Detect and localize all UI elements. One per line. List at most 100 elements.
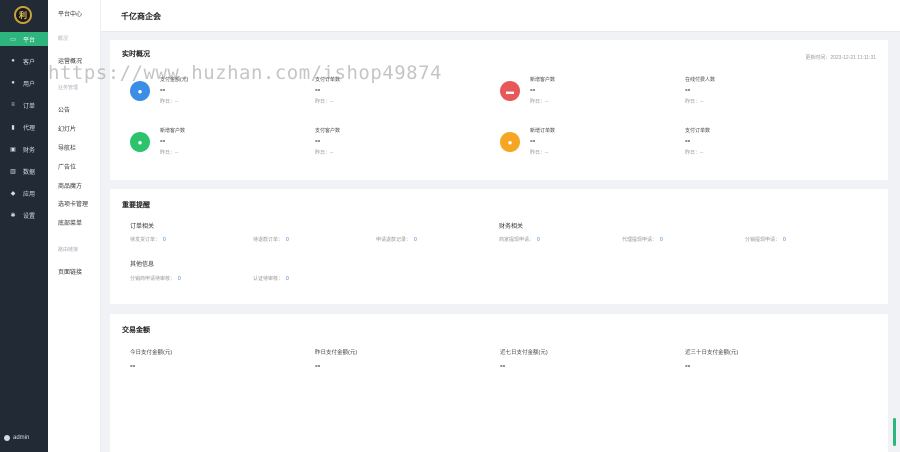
chart-icon: ▥	[10, 168, 16, 175]
users-icon: ●	[11, 80, 15, 86]
nav-item-users[interactable]: ● 用户	[0, 76, 48, 90]
stat-pay-customers: 支付客户数 -- 昨日：--	[315, 127, 475, 167]
stat-label: 在线付费人数	[685, 77, 716, 83]
stat-label: 支付订单数	[685, 128, 711, 134]
nav-item-settings[interactable]: ✱ 设置	[0, 208, 48, 222]
submenu-item-page-links[interactable]: 页面链接	[58, 267, 82, 276]
stat-value: --	[160, 85, 166, 94]
user-icon: ●	[11, 58, 15, 64]
kv-value: 0	[414, 237, 417, 243]
stat-yesterday: 昨日：--	[685, 150, 704, 156]
other-section-title: 其他信息	[130, 262, 155, 268]
kv-label: 商家提现申请：	[499, 237, 535, 243]
username: admin	[13, 435, 30, 441]
distributor-withdraw[interactable]: 分销提现申请： 0	[745, 236, 786, 243]
stat-yesterday: 昨日：--	[160, 99, 179, 105]
nav-item-apps[interactable]: ◆ 应用	[0, 186, 48, 200]
nav-label: 客户	[23, 59, 36, 66]
kv-value: 0	[286, 237, 289, 243]
kv-value: 0	[163, 237, 166, 243]
nav-label: 设置	[23, 213, 36, 220]
trade-title: 交易金额	[122, 327, 150, 334]
week-amount-value: --	[500, 361, 506, 370]
kv-value: 0	[783, 237, 786, 243]
stat-value: --	[315, 136, 321, 145]
stat-value: --	[315, 85, 321, 94]
update-time: 更新时间：2023-12-21 11:11:31	[805, 55, 876, 61]
submenu-item-cube[interactable]: 商品魔方	[58, 181, 82, 190]
submenu-title: 平台中心	[58, 12, 83, 18]
pending-ship-orders[interactable]: 待发货订单： 0	[130, 236, 166, 243]
app-logo[interactable]: 利	[14, 6, 32, 24]
kv-label: 分销提现申请：	[745, 237, 781, 243]
stat-yesterday: 昨日：--	[530, 99, 549, 105]
nav-label: 数据	[23, 169, 36, 176]
kv-label: 待退款订单：	[253, 237, 284, 243]
stat-label: 支付订单数	[315, 77, 341, 83]
stat-label: 支付金额(元)	[160, 77, 189, 83]
scrollbar-thumb[interactable]	[893, 418, 896, 446]
today-amount-value: --	[130, 361, 136, 370]
certification-review[interactable]: 认证待审核： 0	[253, 275, 289, 282]
reminder-title: 重要提醒	[122, 202, 150, 209]
yesterday-amount-label: 昨日支付金额(元)	[315, 350, 358, 356]
nav-item-finance[interactable]: ▣ 财务	[0, 142, 48, 156]
nav-item-customer[interactable]: ● 客户	[0, 54, 48, 68]
kv-label: 申请退款记录：	[376, 237, 412, 243]
list-icon: ≡	[11, 102, 15, 108]
stat-value: --	[160, 136, 166, 145]
yesterday-amount-value: --	[315, 361, 321, 370]
merchant-withdraw[interactable]: 商家提现申请： 0	[499, 236, 540, 243]
gear-icon: ✱	[10, 212, 16, 219]
month-amount-label: 近三十日支付金额(元)	[685, 350, 739, 356]
submenu-item-notice[interactable]: 公告	[58, 105, 70, 114]
nav-label: 应用	[23, 191, 36, 198]
main-nav: 利 ▭ 平台 ● 客户 ● 用户 ≡ 订单 ▮ 代理 ▣ 财务 ▥ 数据 ◆ 应…	[0, 0, 48, 452]
nav-label: 用户	[23, 81, 36, 88]
distributor-review[interactable]: 分销商申请待审核： 0	[130, 275, 181, 282]
realtime-card: 实时概况 更新时间：2023-12-21 11:11:31 ● 支付金额(元) …	[110, 40, 888, 180]
stat-label: 新增客户数	[530, 77, 556, 83]
submenu-item-ad[interactable]: 广告位	[58, 162, 76, 171]
refund-requests[interactable]: 申请退款记录： 0	[376, 236, 417, 243]
submenu-group-links: 路由链接	[58, 247, 79, 253]
nav-label: 订单	[23, 103, 36, 110]
submenu-item-footer[interactable]: 底部菜单	[58, 218, 82, 227]
today-amount-label: 今日支付金额(元)	[130, 350, 173, 356]
kv-label: 代理提现申请：	[622, 237, 658, 243]
nav-item-data[interactable]: ▥ 数据	[0, 164, 48, 178]
stat-yesterday: 昨日：--	[685, 99, 704, 105]
flag-icon: ▮	[11, 124, 15, 131]
pending-refund-orders[interactable]: 待退款订单： 0	[253, 236, 289, 243]
submenu-item-navbar[interactable]: 导航栏	[58, 143, 76, 152]
avatar-icon	[4, 435, 10, 441]
submenu-item-overview[interactable]: 运营概况	[58, 56, 82, 65]
submenu-group-business: 业务管理	[58, 85, 79, 91]
stat-pay-amount: ● 支付金额(元) -- 昨日：--	[130, 76, 290, 116]
nav-item-platform[interactable]: ▭ 平台	[0, 32, 48, 46]
nav-item-agent[interactable]: ▮ 代理	[0, 120, 48, 134]
nav-label: 代理	[23, 125, 36, 132]
stat-value: --	[685, 136, 691, 145]
kv-label: 待发货订单：	[130, 237, 161, 243]
stat-yesterday: 昨日：--	[530, 150, 549, 156]
kv-value: 0	[286, 276, 289, 282]
submenu-group-overview: 概况	[58, 36, 69, 42]
agent-withdraw[interactable]: 代理提现申请： 0	[622, 236, 663, 243]
stat-yesterday: 昨日：--	[160, 150, 179, 156]
kv-value: 0	[178, 276, 181, 282]
submenu-item-slides[interactable]: 幻灯片	[58, 124, 76, 133]
trade-card: 交易金额 今日支付金额(元) -- 昨日支付金额(元) -- 近七日支付金额(元…	[110, 314, 888, 452]
stat-value: --	[530, 136, 536, 145]
wallet-icon: ▣	[10, 146, 16, 153]
nav-item-orders[interactable]: ≡ 订单	[0, 98, 48, 112]
secondary-menu: 平台中心 概况 运营概况 业务管理 公告 幻灯片 导航栏 广告位 商品魔方 选项…	[48, 0, 101, 452]
submenu-item-tabs[interactable]: 选项卡管理	[58, 199, 88, 208]
stat-yesterday: 昨日：--	[315, 150, 334, 156]
user-menu[interactable]: admin	[4, 435, 29, 441]
month-amount-value: --	[685, 361, 691, 370]
store-icon: ▬	[500, 81, 520, 101]
kv-label: 认证待审核：	[253, 276, 284, 282]
reminder-card: 重要提醒 订单相关 待发货订单： 0 待退款订单： 0 申请退款记录： 0 财务相关 …	[110, 189, 888, 304]
finance-section-title: 财务相关	[499, 224, 524, 230]
